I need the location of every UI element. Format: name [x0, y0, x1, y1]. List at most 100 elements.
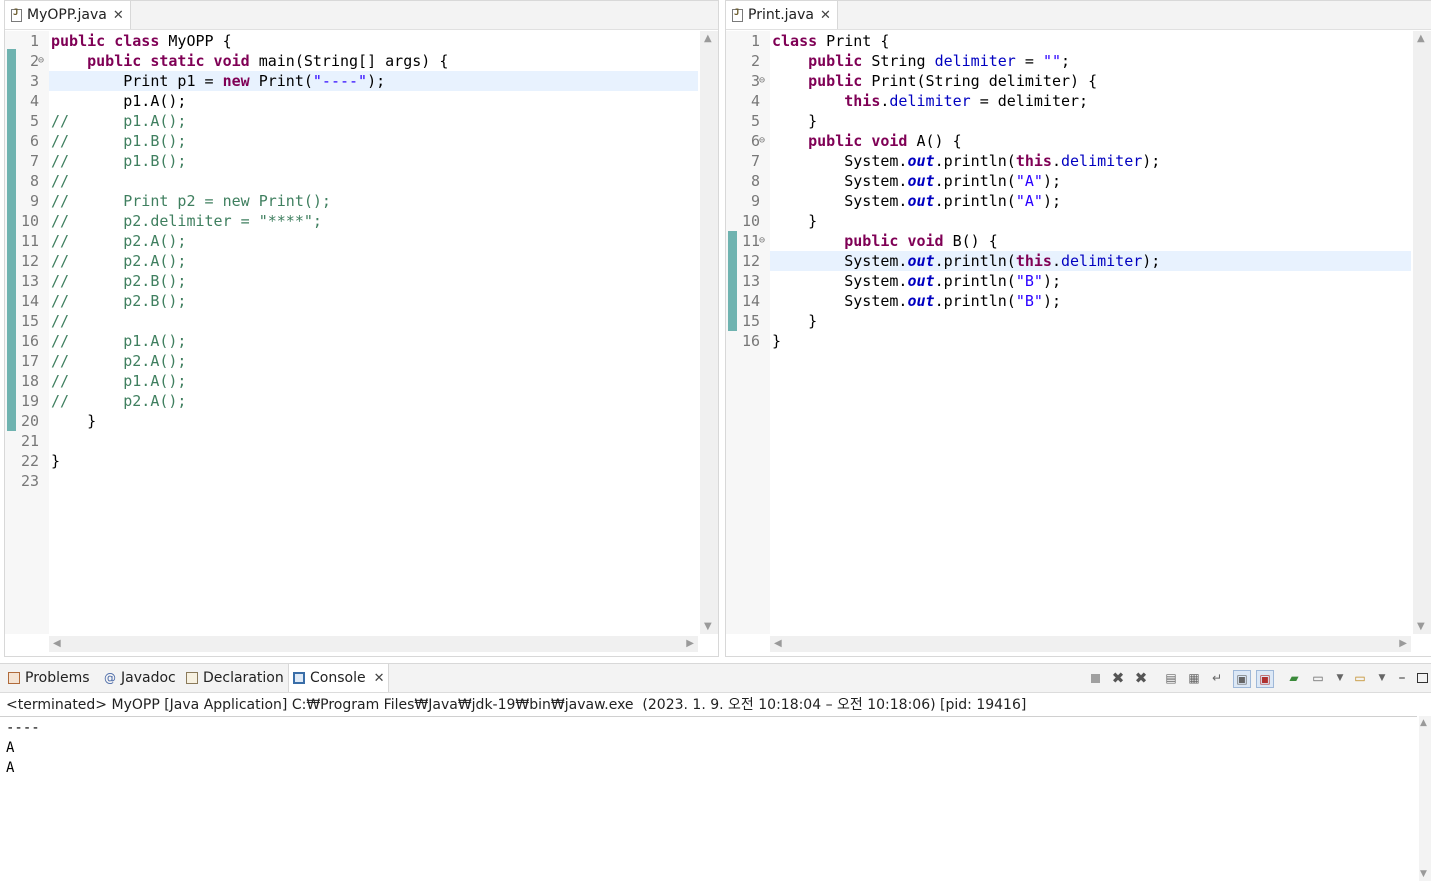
- scroll-left-arrow-icon[interactable]: ◀: [53, 638, 61, 649]
- scroll-right-arrow-icon[interactable]: ▶: [686, 638, 694, 649]
- code-line[interactable]: 14 // p2.B();: [5, 291, 698, 311]
- console-output[interactable]: ---- A A: [0, 716, 1417, 881]
- scroll-up-arrow-icon[interactable]: ▲: [704, 33, 712, 44]
- code-line[interactable]: 4 this.delimiter = delimiter;: [726, 91, 1411, 111]
- code-line[interactable]: 21: [5, 431, 698, 451]
- code-line[interactable]: 7 // p1.B();: [5, 151, 698, 171]
- fold-toggle-icon[interactable]: ⊖: [759, 131, 765, 151]
- vertical-scrollbar[interactable]: ▲ ▼: [1419, 716, 1431, 881]
- scroll-left-arrow-icon[interactable]: ◀: [774, 638, 782, 649]
- fold-toggle-icon[interactable]: ⊖: [759, 231, 765, 251]
- tab-console[interactable]: Console ✕: [288, 664, 390, 692]
- show-on-stderr-icon[interactable]: ▣: [1256, 670, 1274, 688]
- code-area[interactable]: 1 class Print {2 public String delimiter …: [726, 31, 1411, 634]
- minimize-icon[interactable]: –: [1394, 670, 1410, 686]
- code-line[interactable]: 2 public String delimiter = "";: [726, 51, 1411, 71]
- code-line[interactable]: 10 // p2.delimiter = "****";: [5, 211, 698, 231]
- word-wrap-icon[interactable]: ↵: [1209, 670, 1225, 686]
- code-line[interactable]: 11 ⊖ public void B() {: [726, 231, 1411, 251]
- scroll-down-arrow-icon[interactable]: ▼: [1420, 869, 1427, 879]
- code-line[interactable]: 13 // p2.B();: [5, 271, 698, 291]
- code-line[interactable]: 15 }: [726, 311, 1411, 331]
- line-number: 9: [29, 192, 39, 210]
- horizontal-scrollbar[interactable]: ◀ ▶: [49, 636, 698, 652]
- code-text: }: [51, 412, 97, 430]
- scroll-up-arrow-icon[interactable]: ▲: [1420, 718, 1427, 728]
- code-line[interactable]: 5 }: [726, 111, 1411, 131]
- scroll-lock-icon[interactable]: ▦: [1186, 670, 1202, 686]
- tab-declaration[interactable]: Declaration: [182, 664, 288, 692]
- close-icon[interactable]: ✕: [113, 8, 124, 23]
- code-line[interactable]: 4 p1.A();: [5, 91, 698, 111]
- code-line[interactable]: 20 }: [5, 411, 698, 431]
- line-number: 13: [20, 272, 39, 290]
- tab-myopp-java[interactable]: MyOPP.java ✕: [5, 1, 131, 29]
- remove-all-terminated-icon[interactable]: ✖: [1133, 669, 1149, 687]
- maximize-icon[interactable]: [1414, 670, 1430, 686]
- clear-console-icon[interactable]: ▤: [1163, 670, 1179, 686]
- code-line[interactable]: 15 //: [5, 311, 698, 331]
- code-line[interactable]: 14 System.out.println("B");: [726, 291, 1411, 311]
- chevron-down-icon[interactable]: ▼: [1374, 670, 1390, 686]
- code-line[interactable]: 16 // p1.A();: [5, 331, 698, 351]
- vertical-scrollbar[interactable]: ▲ ▼: [1413, 31, 1431, 634]
- code-line[interactable]: 18 // p1.A();: [5, 371, 698, 391]
- code-line[interactable]: 12 System.out.println(this.delimiter);: [726, 251, 1411, 271]
- code-line[interactable]: 9 System.out.println("A");: [726, 191, 1411, 211]
- code-line[interactable]: 17 // p2.A();: [5, 351, 698, 371]
- code-text: public String delimiter = "";: [808, 52, 1071, 70]
- editor-myopp[interactable]: MyOPP.java ✕ 1public class MyOPP {2⊖ pub…: [4, 0, 719, 657]
- pin-console-icon[interactable]: ▰: [1286, 670, 1302, 686]
- code-text: p1.A();: [51, 92, 187, 110]
- code-line[interactable]: 8 System.out.println("A");: [726, 171, 1411, 191]
- line-number: 22: [20, 452, 39, 470]
- code-line[interactable]: 7 System.out.println(this.delimiter);: [726, 151, 1411, 171]
- code-line[interactable]: 22}: [5, 451, 698, 471]
- line-number: 14: [20, 292, 39, 310]
- scroll-up-arrow-icon[interactable]: ▲: [1417, 33, 1425, 44]
- tab-label: MyOPP.java: [27, 7, 107, 23]
- code-line[interactable]: 1 class Print {: [726, 31, 1411, 51]
- code-line[interactable]: 6 ⊖ public void A() {: [726, 131, 1411, 151]
- editor-print[interactable]: Print.java ✕ 1class Print {2 public Stri…: [725, 0, 1431, 657]
- display-console-icon[interactable]: ▭: [1310, 670, 1326, 686]
- line-number: 12: [741, 252, 760, 270]
- code-line[interactable]: 1 public class MyOPP {: [5, 31, 698, 51]
- code-line[interactable]: 8 //: [5, 171, 698, 191]
- horizontal-scrollbar[interactable]: ◀ ▶: [770, 636, 1411, 652]
- fold-toggle-icon[interactable]: ⊖: [759, 71, 765, 91]
- tab-label: Javadoc: [121, 670, 176, 686]
- code-line[interactable]: 13 System.out.println("B");: [726, 271, 1411, 291]
- code-text: System.out.println("B");: [772, 272, 1061, 290]
- code-line[interactable]: 12 // p2.A();: [5, 251, 698, 271]
- scroll-right-arrow-icon[interactable]: ▶: [1399, 638, 1407, 649]
- chevron-down-icon[interactable]: ▼: [1332, 670, 1348, 686]
- tab-javadoc[interactable]: @ Javadoc: [100, 664, 180, 692]
- code-text: //: [51, 172, 70, 190]
- scroll-down-arrow-icon[interactable]: ▼: [704, 621, 712, 632]
- show-on-stdout-icon[interactable]: ▣: [1233, 670, 1251, 688]
- code-area[interactable]: 1 public class MyOPP {2 ⊖ public static vo…: [5, 31, 698, 634]
- code-line[interactable]: 2 ⊖ public static void main(String[] args…: [5, 51, 698, 71]
- code-line[interactable]: 3 ⊖ public Print(String delimiter) {: [726, 71, 1411, 91]
- code-line[interactable]: 10 }: [726, 211, 1411, 231]
- code-line[interactable]: 3 Print p1 = new Print("----");: [5, 71, 698, 91]
- fold-toggle-icon[interactable]: ⊖: [38, 51, 44, 71]
- code-line[interactable]: 16}: [726, 331, 1411, 351]
- close-icon[interactable]: ✕: [374, 671, 385, 686]
- close-icon[interactable]: ✕: [820, 8, 831, 23]
- code-line[interactable]: 23: [5, 471, 698, 491]
- code-line[interactable]: 19 // p2.A();: [5, 391, 698, 411]
- tab-problems[interactable]: Problems: [4, 664, 94, 692]
- code-line[interactable]: 9 // Print p2 = new Print();: [5, 191, 698, 211]
- terminate-icon[interactable]: [1087, 670, 1103, 686]
- code-line[interactable]: 11 // p2.A();: [5, 231, 698, 251]
- tab-print-java[interactable]: Print.java ✕: [726, 1, 838, 29]
- vertical-scrollbar[interactable]: ▲ ▼: [700, 31, 718, 634]
- remove-launch-icon[interactable]: ✖: [1110, 669, 1126, 687]
- line-number: 15: [20, 312, 39, 330]
- scroll-down-arrow-icon[interactable]: ▼: [1417, 621, 1425, 632]
- code-line[interactable]: 6 // p1.B();: [5, 131, 698, 151]
- code-line[interactable]: 5 // p1.A();: [5, 111, 698, 131]
- open-console-icon[interactable]: ▭: [1352, 670, 1368, 686]
